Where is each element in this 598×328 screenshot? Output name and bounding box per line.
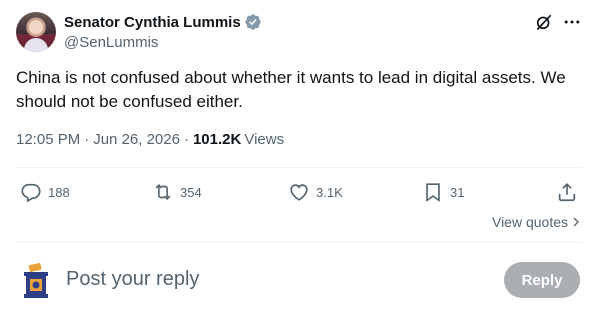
author-info: Senator Cynthia Lummis @SenLummis — [64, 12, 262, 51]
share-action[interactable] — [556, 177, 578, 207]
tweet-top-actions — [534, 12, 582, 32]
author-display-name[interactable]: Senator Cynthia Lummis — [64, 14, 241, 31]
divider-top — [16, 167, 582, 168]
reply-input[interactable]: Post your reply — [66, 268, 199, 291]
tweet-time[interactable]: 12:05 PM — [16, 131, 80, 148]
repost-count: 354 — [180, 184, 202, 200]
views-label: Views — [244, 131, 285, 148]
bookmark-action[interactable]: 31 — [422, 177, 464, 207]
action-bar: 188 354 3.1K 31 — [16, 177, 582, 207]
meta-separator: · — [84, 131, 90, 148]
like-action[interactable]: 3.1K — [288, 177, 343, 207]
author-avatar[interactable] — [16, 12, 56, 52]
reply-button[interactable]: Reply — [504, 262, 580, 298]
reply-icon — [21, 183, 41, 203]
reply-composer: Post your reply Reply — [16, 262, 582, 304]
divider-bottom — [16, 242, 582, 243]
more-icon[interactable] — [562, 12, 582, 32]
heart-icon — [290, 184, 308, 201]
meta-separator: · — [183, 131, 189, 148]
bookmark-icon — [426, 183, 440, 202]
tweet-meta: 12:05 PM · Jun 26, 2026 · 101.2K Views — [16, 131, 284, 148]
share-icon — [558, 183, 576, 202]
chevron-right-icon — [573, 217, 579, 227]
view-quotes-link[interactable]: View quotes — [492, 214, 582, 230]
tweet-text: China is not confused about whether it w… — [16, 68, 566, 111]
repost-icon — [155, 183, 171, 201]
bookmark-count: 31 — [450, 184, 465, 200]
tweet-header: Senator Cynthia Lummis @SenLummis — [16, 12, 582, 54]
grok-icon[interactable] — [534, 12, 554, 32]
view-quotes-label: View quotes — [491, 214, 568, 230]
reply-action[interactable]: 188 — [20, 177, 70, 207]
reply-count: 188 — [48, 184, 70, 200]
like-count: 3.1K — [316, 184, 343, 200]
user-avatar[interactable] — [20, 262, 52, 300]
name-row: Senator Cynthia Lummis — [64, 12, 262, 32]
tweet-date[interactable]: Jun 26, 2026 — [93, 131, 180, 148]
author-handle[interactable]: @SenLummis — [64, 34, 262, 51]
verified-badge-icon[interactable] — [244, 13, 262, 31]
repost-action[interactable]: 354 — [152, 177, 202, 207]
views-count[interactable]: 101.2K — [193, 131, 241, 148]
